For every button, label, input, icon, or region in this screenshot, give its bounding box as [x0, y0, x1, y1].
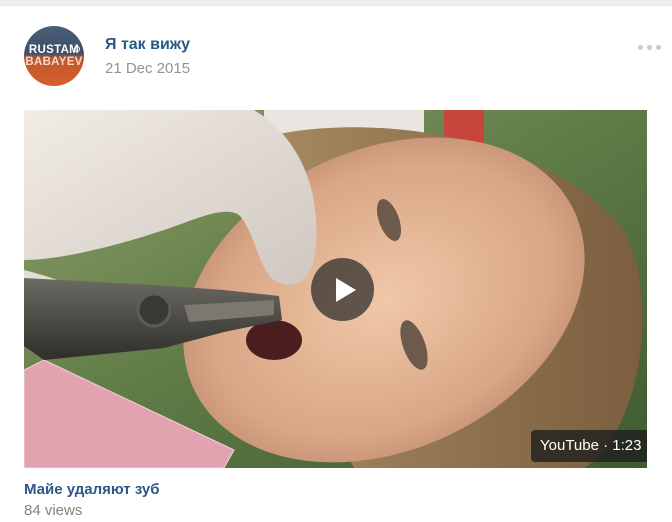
post-author-link[interactable]: Я так вижу [105, 36, 190, 54]
video-source-duration-badge: YouTube · 1:23 [531, 430, 647, 462]
video-title-link[interactable]: Майе удаляют зуб [24, 481, 160, 498]
video-views-count: 84 views [24, 502, 83, 519]
avatar[interactable]: RUSTAM BABAYEV [24, 26, 84, 86]
play-button[interactable] [311, 258, 374, 321]
avatar-text-line2: BABAYEV [25, 56, 83, 68]
avatar-ring-icon [74, 46, 80, 52]
dot-icon [656, 44, 661, 50]
dot-icon [647, 44, 652, 50]
post-date-link[interactable]: 21 Dec 2015 [105, 60, 190, 77]
video-thumbnail[interactable]: YouTube · 1:23 [24, 110, 647, 468]
dot-icon [638, 44, 643, 50]
wall-post: RUSTAM BABAYEV Я так вижу 21 Dec 2015 Yo… [0, 6, 672, 522]
play-icon [335, 277, 356, 302]
more-dots-icon[interactable] [638, 42, 662, 52]
